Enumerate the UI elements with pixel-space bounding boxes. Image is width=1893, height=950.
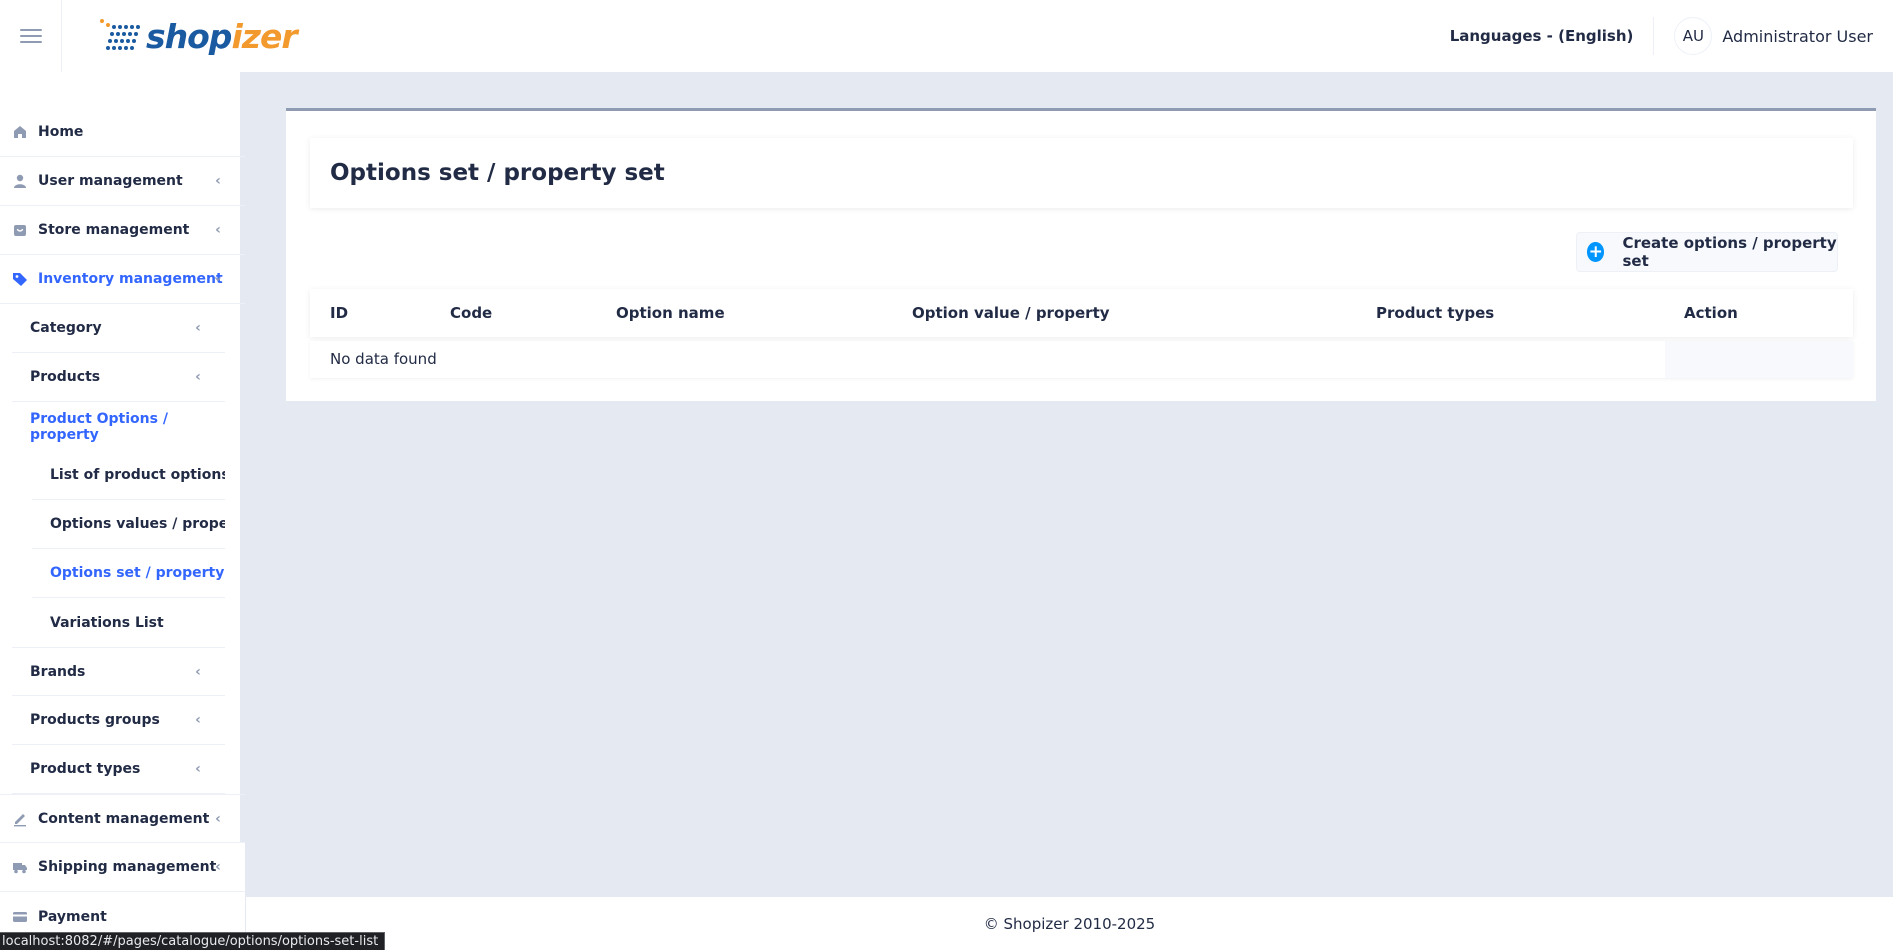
logo-wordmark: shopizer — [146, 16, 298, 56]
sidebar-item-category[interactable]: Category ‹ — [12, 304, 225, 353]
sidebar-item-shipping-management[interactable]: Shipping management ‹ — [0, 843, 245, 892]
column-header-id[interactable]: ID — [330, 289, 348, 337]
sidebar-item-content-management[interactable]: Content management ‹ — [0, 794, 245, 843]
chevron-left-icon: ‹ — [215, 859, 221, 875]
logo-dots-icon — [100, 19, 140, 50]
page-title-box: Options set / property set — [310, 138, 1853, 208]
sidebar-toggle-button[interactable] — [0, 0, 62, 72]
sidebar-item-products-groups[interactable]: Products groups ‹ — [12, 696, 225, 745]
home-icon — [12, 124, 28, 140]
chevron-left-icon: ‹ — [195, 320, 201, 336]
person-icon — [12, 173, 28, 189]
chevron-left-icon: ‹ — [215, 810, 221, 827]
chevron-left-icon: ‹ — [195, 761, 201, 777]
chevron-left-icon: ‹ — [215, 173, 221, 189]
sidebar-item-inventory-management[interactable]: Inventory management ‹ — [0, 255, 245, 304]
create-options-set-button[interactable]: + Create options / property set — [1576, 232, 1838, 272]
sidebar-item-home[interactable]: Home — [0, 108, 245, 157]
shopping-bag-icon — [12, 222, 28, 238]
sidebar-item-product-options[interactable]: Product Options / property — [12, 402, 225, 451]
sidebar-item-variations[interactable]: Variations List — [32, 598, 225, 647]
column-header-option-value[interactable]: Option value / property — [912, 289, 1110, 337]
chevron-left-icon: ‹ — [215, 222, 221, 238]
sidebar-item-product-types[interactable]: Product types ‹ — [12, 745, 225, 794]
chevron-left-icon: ‹ — [195, 663, 201, 680]
sidebar-item-options-set[interactable]: Options set / property set — [32, 549, 225, 598]
table-body: No data found — [310, 341, 1853, 378]
chevron-left-icon: ‹ — [195, 712, 201, 728]
footer: © Shopizer 2010-2025 — [246, 897, 1893, 950]
sidebar-item-list-options[interactable]: List of product options / property — [32, 451, 225, 500]
sidebar-item-store-management[interactable]: Store management ‹ — [0, 206, 245, 255]
column-header-option-name[interactable]: Option name — [616, 289, 725, 337]
chevron-left-icon: ‹ — [195, 369, 201, 385]
action-cell-background — [1665, 341, 1853, 378]
plus-circle-icon: + — [1587, 241, 1605, 262]
car-icon — [12, 859, 28, 875]
empty-table-message: No data found — [330, 350, 437, 368]
sidebar-item-options-values[interactable]: Options values / property values — [32, 500, 225, 549]
sidebar-item-products[interactable]: Products ‹ — [12, 353, 225, 402]
top-header: shopizer Languages - (English) AU Admini… — [0, 0, 1893, 72]
options-set-card: Options set / property set + Create opti… — [286, 108, 1876, 401]
sidebar: Home User management ‹ Store management … — [0, 72, 245, 950]
user-menu[interactable]: AU Administrator User — [1654, 17, 1893, 55]
column-header-code[interactable]: Code — [450, 289, 492, 337]
page-title: Options set / property set — [330, 160, 665, 186]
user-name[interactable]: Administrator User — [1722, 27, 1873, 46]
column-header-action: Action — [1684, 304, 1738, 322]
credit-card-icon — [12, 909, 28, 925]
sidebar-menu: Home User management ‹ Store management … — [0, 108, 245, 941]
pricetag-icon — [12, 271, 28, 287]
shopizer-logo[interactable]: shopizer — [98, 12, 298, 60]
sidebar-item-brands[interactable]: Brands ‹ — [12, 647, 225, 696]
table-header: ID Code Option name Option value / prope… — [310, 289, 1853, 337]
column-header-product-types[interactable]: Product types — [1376, 289, 1494, 337]
browser-status-url: localhost:8082/#/pages/catalogue/options… — [0, 932, 386, 950]
menu-icon — [19, 29, 42, 43]
copyright-text: © Shopizer 2010-2025 — [983, 914, 1156, 933]
language-selector[interactable]: Languages - (English) — [1450, 27, 1654, 45]
edit-icon — [12, 811, 28, 827]
main-content: Options set / property set + Create opti… — [246, 72, 1893, 897]
chevron-down-icon: ‹ — [210, 276, 226, 282]
sidebar-item-user-management[interactable]: User management ‹ — [0, 157, 245, 206]
avatar[interactable]: AU — [1674, 17, 1713, 55]
